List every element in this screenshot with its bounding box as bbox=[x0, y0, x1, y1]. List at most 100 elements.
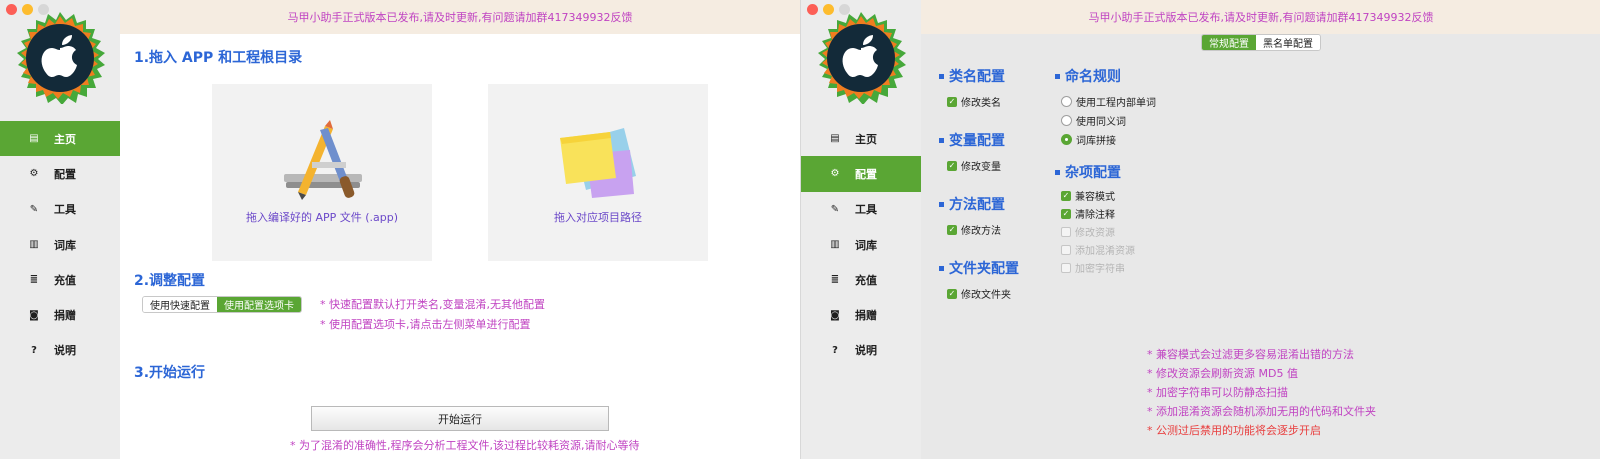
naming-option-label: 使用同义词 bbox=[1076, 117, 1126, 128]
bullet-square-icon bbox=[939, 265, 944, 271]
drop-app-zone[interactable]: 拖入编译好的 APP 文件 (.app) bbox=[212, 84, 432, 261]
tab-config-option[interactable]: 使用配置选项卡 bbox=[217, 297, 301, 312]
announcement-banner: 马甲小助手正式版本已发布,请及时更新,有问题请加群417349932反馈 bbox=[120, 0, 800, 34]
sidebar-item-label: 工具 bbox=[54, 203, 76, 217]
method-config-title-text: 方法配置 bbox=[949, 197, 1005, 213]
naming-lexicon-concat-radio[interactable]: 词库拼接 bbox=[1061, 132, 1116, 147]
sidebar-item-config[interactable]: ⚙ 配置 bbox=[801, 156, 921, 192]
money-icon: ◙ bbox=[830, 309, 840, 321]
wand-icon: ✎ bbox=[29, 203, 39, 215]
step1-title: 1.拖入 APP 和工程根目录 bbox=[134, 50, 303, 66]
tab-blacklist-config[interactable]: 黑名单配置 bbox=[1256, 35, 1320, 50]
sidebar-item-donate[interactable]: ◙ 捐赠 bbox=[801, 297, 921, 332]
sidebar-item-tools[interactable]: ✎ 工具 bbox=[0, 192, 120, 227]
checkmark-icon: ✓ bbox=[1061, 208, 1071, 219]
naming-internal-words-radio[interactable]: 使用工程内部单词 bbox=[1061, 94, 1156, 109]
money-icon: ◙ bbox=[29, 309, 39, 321]
sidebar-item-label: 说明 bbox=[855, 344, 877, 358]
rename-method-checkbox[interactable]: ✓ 修改方法 bbox=[947, 222, 1001, 237]
variable-config-title-text: 变量配置 bbox=[949, 133, 1005, 149]
settings-tab-bar: 常规配置 黑名单配置 bbox=[1201, 34, 1321, 51]
help-icon: ? bbox=[832, 344, 838, 356]
checkbox-empty-icon bbox=[1061, 244, 1071, 255]
step2-title: 2.调整配置 bbox=[134, 273, 206, 289]
config-note-tab: * 使用配置选项卡,请点击左侧菜单进行配置 bbox=[320, 318, 531, 331]
sidebar-item-tools[interactable]: ✎ 工具 bbox=[801, 192, 921, 227]
rename-variable-label: 修改变量 bbox=[961, 162, 1001, 173]
bullet-square-icon bbox=[939, 201, 944, 207]
naming-rule-title-text: 命名规则 bbox=[1065, 69, 1121, 85]
radio-circle-icon bbox=[1061, 96, 1072, 107]
strip-comments-checkbox[interactable]: ✓ 清除注释 bbox=[1061, 206, 1115, 221]
bullet-square-icon bbox=[939, 73, 944, 79]
naming-option-label: 使用工程内部单词 bbox=[1076, 98, 1156, 109]
drop-app-label: 拖入编译好的 APP 文件 (.app) bbox=[245, 211, 399, 224]
document-icon: ▤ bbox=[830, 133, 840, 145]
sidebar-item-donate[interactable]: ◙ 捐赠 bbox=[0, 297, 120, 332]
drop-project-zone[interactable]: 拖入对应项目路径 bbox=[488, 84, 708, 261]
apple-logo-icon bbox=[818, 12, 906, 104]
settings-window: ▤ 主页 ⚙ 配置 ✎ 工具 ▥ 词库 ≣ 充值 ◙ 捐赠 ? 说明 马甲小助手… bbox=[800, 0, 1600, 459]
wand-icon: ✎ bbox=[830, 203, 840, 215]
rename-folder-checkbox[interactable]: ✓ 修改文件夹 bbox=[947, 286, 1011, 301]
radio-circle-icon bbox=[1061, 115, 1072, 126]
document-icon: ▤ bbox=[29, 133, 39, 145]
sidebar-item-config[interactable]: ⚙ 配置 bbox=[0, 156, 120, 191]
sidebar-item-label: 捐赠 bbox=[54, 309, 76, 323]
checkmark-icon: ✓ bbox=[947, 224, 957, 235]
rename-method-label: 修改方法 bbox=[961, 226, 1001, 237]
sidebar-item-label: 工具 bbox=[855, 203, 877, 217]
naming-option-label: 词库拼接 bbox=[1076, 136, 1116, 147]
sidebar-item-label: 主页 bbox=[54, 132, 76, 146]
misc-config-title: 杂项配置 bbox=[1055, 162, 1121, 182]
sidebar-item-recharge[interactable]: ≣ 充值 bbox=[0, 262, 120, 297]
misc-option-label: 添加混淆资源 bbox=[1075, 246, 1135, 257]
sidebar-item-home[interactable]: ▤ 主页 bbox=[0, 121, 120, 157]
config-note-quick: * 快速配置默认打开类名,变量混淆,无其他配置 bbox=[320, 298, 545, 311]
encrypt-strings-checkbox: 加密字符串 bbox=[1061, 260, 1125, 275]
start-run-button[interactable]: 开始运行 bbox=[311, 406, 609, 431]
start-note: * 为了混淆的准确性,程序会分析工程文件,该过程比较耗资源,请耐心等待 bbox=[290, 439, 640, 452]
naming-synonyms-radio[interactable]: 使用同义词 bbox=[1061, 113, 1126, 128]
book-icon: ▥ bbox=[830, 239, 840, 251]
help-icon: ? bbox=[31, 344, 37, 356]
sidebar-item-label: 配置 bbox=[855, 167, 877, 181]
rename-class-checkbox[interactable]: ✓ 修改类名 bbox=[947, 94, 1001, 109]
misc-option-label: 加密字符串 bbox=[1075, 264, 1125, 275]
sidebar-item-help[interactable]: ? 说明 bbox=[0, 333, 120, 368]
checkmark-icon: ✓ bbox=[947, 160, 957, 171]
sidebar-item-help[interactable]: ? 说明 bbox=[801, 333, 921, 368]
misc-option-label: 修改资源 bbox=[1075, 228, 1115, 239]
announcement-text: 马甲小助手正式版本已发布,请及时更新,有问题请加群417349932反馈 bbox=[287, 11, 633, 24]
rename-variable-checkbox[interactable]: ✓ 修改变量 bbox=[947, 158, 1001, 173]
tab-general-config[interactable]: 常规配置 bbox=[1202, 35, 1256, 50]
bullet-square-icon bbox=[1055, 169, 1060, 175]
naming-rule-title: 命名规则 bbox=[1055, 66, 1121, 86]
checkmark-icon: ✓ bbox=[947, 288, 957, 299]
sidebar-item-label: 配置 bbox=[54, 167, 76, 181]
home-content: 1.拖入 APP 和工程根目录 拖入编译好的 APP 文件 (.app) 拖入对… bbox=[120, 34, 800, 459]
sidebar-item-label: 词库 bbox=[54, 238, 76, 252]
gear-icon: ⚙ bbox=[29, 168, 39, 180]
sidebar-item-lexicon[interactable]: ▥ 词库 bbox=[801, 227, 921, 262]
settings-note-compat: * 兼容模式会过滤更多容易混淆出错的方法 bbox=[1147, 348, 1354, 361]
misc-option-label: 清除注释 bbox=[1075, 210, 1115, 221]
bullet-square-icon bbox=[1055, 73, 1060, 79]
settings-note-junk: * 添加混淆资源会随机添加无用的代码和文件夹 bbox=[1147, 405, 1376, 418]
checkbox-empty-icon bbox=[1061, 262, 1071, 273]
class-config-title-text: 类名配置 bbox=[949, 69, 1005, 85]
sidebar-item-home[interactable]: ▤ 主页 bbox=[801, 121, 921, 156]
home-window: ▤ 主页 ⚙ 配置 ✎ 工具 ▥ 词库 ≣ 充值 ◙ 捐赠 ? 说明 马甲小助手… bbox=[0, 0, 800, 459]
sidebar-item-lexicon[interactable]: ▥ 词库 bbox=[0, 227, 120, 262]
sidebar-item-recharge[interactable]: ≣ 充值 bbox=[801, 262, 921, 297]
database-icon: ≣ bbox=[29, 274, 39, 286]
settings-note-encrypt: * 加密字符串可以防静态扫描 bbox=[1147, 386, 1288, 399]
announcement-banner: 马甲小助手正式版本已发布,请及时更新,有问题请加群417349932反馈 bbox=[921, 0, 1600, 34]
compat-mode-checkbox[interactable]: ✓ 兼容模式 bbox=[1061, 188, 1115, 203]
sidebar: ▤ 主页 ⚙ 配置 ✎ 工具 ▥ 词库 ≣ 充值 ◙ 捐赠 ? 说明 bbox=[0, 0, 120, 459]
sidebar-item-label: 说明 bbox=[54, 344, 76, 358]
settings-content: 常规配置 黑名单配置 类名配置 ✓ 修改类名 变量配置 ✓ 修改变量 方法配置 … bbox=[921, 34, 1600, 459]
sidebar-item-label: 词库 bbox=[855, 238, 877, 252]
quick-config-option[interactable]: 使用快速配置 bbox=[143, 297, 217, 312]
checkmark-icon: ✓ bbox=[947, 96, 957, 107]
